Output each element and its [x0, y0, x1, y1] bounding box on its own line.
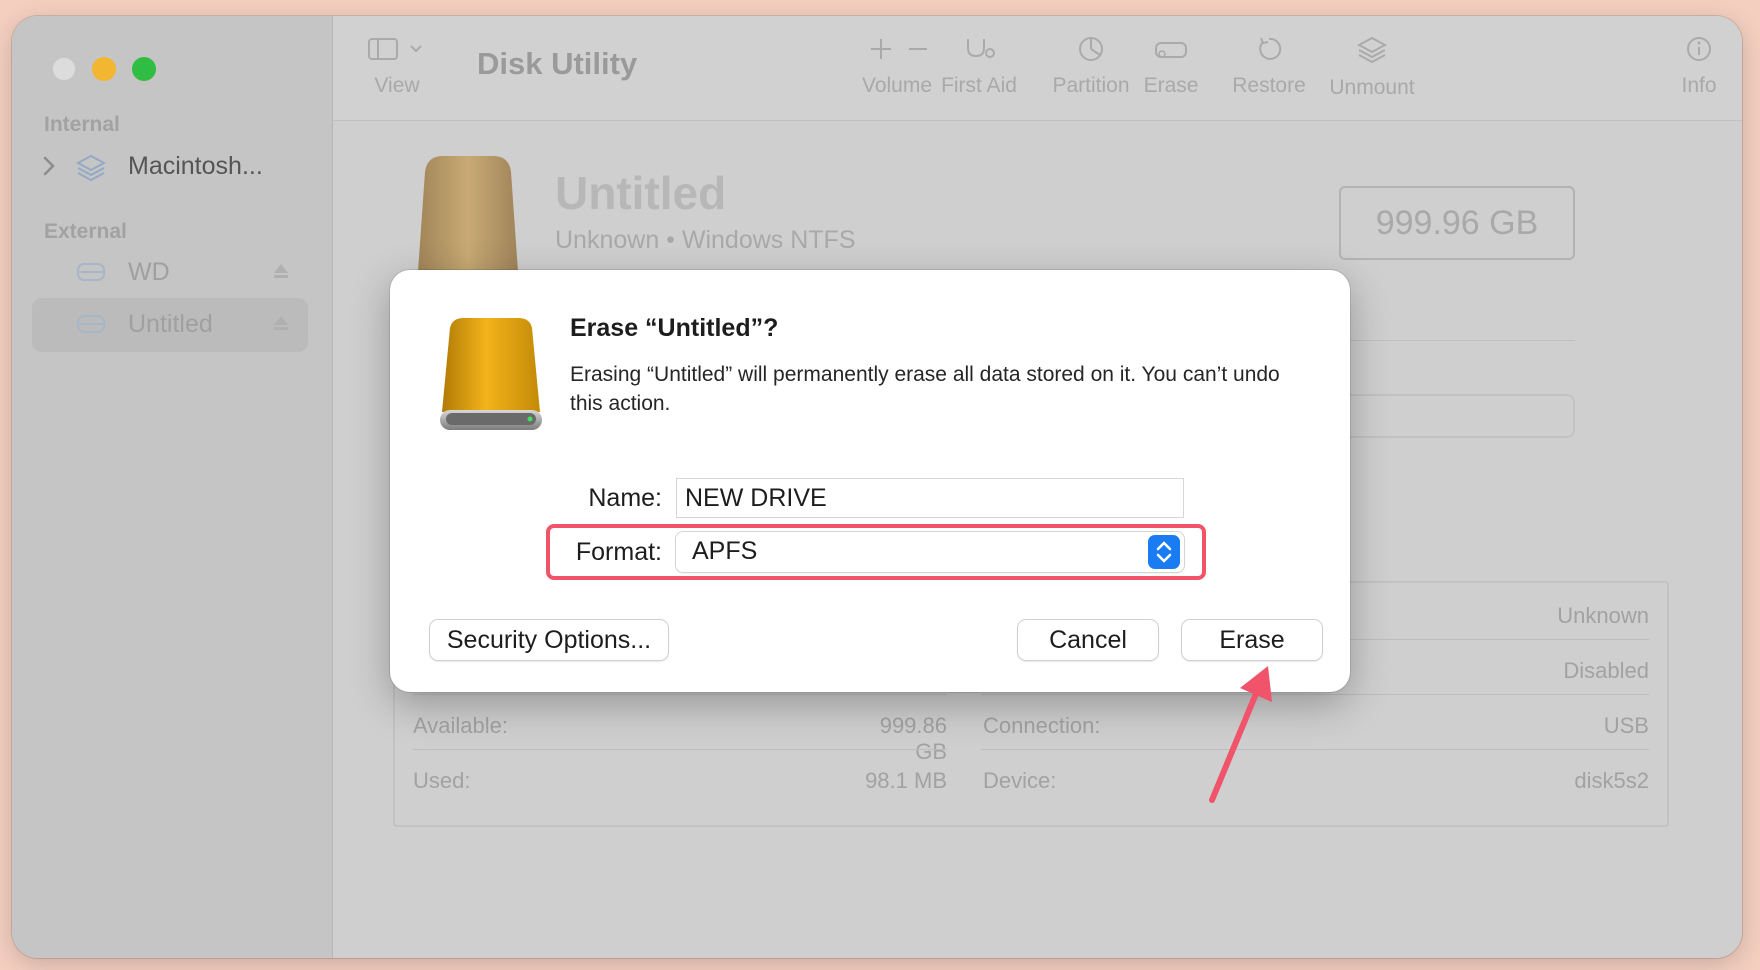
sidebar-section-internal: Internal [44, 113, 120, 136]
unmount-button[interactable]: Unmount [1317, 36, 1427, 100]
eject-icon[interactable] [272, 314, 290, 332]
drive-large-icon [417, 156, 519, 286]
unmount-label: Unmount [1329, 76, 1415, 99]
partition-button[interactable]: Partition [1041, 36, 1141, 98]
disk-subtitle: Unknown • Windows NTFS [555, 226, 856, 254]
name-field[interactable]: NEW DRIVE [676, 478, 1184, 518]
volume-label: Volume [861, 74, 933, 97]
partition-label: Partition [1052, 74, 1130, 97]
close-window-button[interactable] [52, 57, 76, 81]
sidebar: Internal Macintosh... External WD Untitl… [12, 16, 333, 958]
first-aid-button[interactable]: First Aid [929, 36, 1029, 98]
info-icon [1687, 37, 1711, 61]
eject-icon[interactable] [272, 262, 290, 280]
external-drive-icon [77, 263, 105, 281]
info-button[interactable]: Info [1669, 36, 1729, 98]
sidebar-item-label: Macintosh... [128, 152, 263, 180]
disk-name: Untitled [555, 167, 727, 219]
sidebar-item-label: Untitled [128, 310, 213, 338]
connection-value: USB [1603, 713, 1649, 738]
sidebar-item-macintosh[interactable]: Macintosh... [32, 140, 308, 194]
erase-drive-icon [1155, 42, 1187, 58]
erase-toolbar-button[interactable]: Erase [1133, 36, 1209, 98]
available-value: 999.86 GB [879, 713, 947, 764]
layers-icon [76, 154, 106, 182]
first-aid-label: First Aid [941, 74, 1017, 97]
divider [981, 749, 1649, 750]
erase-label: Erase [1143, 74, 1199, 97]
disk-capacity: 999.96 GB [1339, 186, 1575, 260]
chevron-right-icon[interactable] [42, 154, 56, 178]
external-drive-icon [440, 318, 542, 430]
annotation-arrow-icon [1209, 666, 1272, 803]
sidebar-toggle-icon [368, 38, 422, 60]
restore-icon [1259, 37, 1282, 60]
info-label: Info [1681, 74, 1717, 97]
device-value: disk5s2 [1574, 768, 1649, 793]
restore-button[interactable]: Restore [1219, 36, 1319, 98]
erase-button[interactable]: Erase [1182, 620, 1322, 660]
name-label: Name: [588, 484, 662, 512]
sidebar-item-wd[interactable]: WD [32, 246, 308, 300]
dialog-message: Erasing “Untitled” will permanently eras… [570, 363, 1280, 415]
pie-chart-icon [1079, 37, 1103, 61]
divider [413, 694, 947, 695]
erase-dialog: Erase “Untitled”? Erasing “Untitled” wil… [390, 270, 1350, 692]
cancel-button[interactable]: Cancel [1018, 620, 1158, 660]
zoom-window-button[interactable] [132, 57, 156, 81]
sidebar-item-label: WD [128, 258, 170, 286]
available-label: Available: [413, 713, 508, 738]
minimize-window-button[interactable] [92, 57, 116, 81]
used-value: 98.1 MB [865, 768, 947, 793]
view-label: View [374, 74, 420, 97]
device-label: Device: [983, 768, 1057, 793]
used-label: Used: [413, 768, 471, 793]
restore-label: Restore [1232, 74, 1306, 97]
sidebar-item-untitled[interactable]: Untitled [32, 298, 308, 352]
view-button[interactable]: View [367, 36, 427, 98]
toolbar: View Disk Utility Volume First Aid Parti… [333, 16, 1742, 121]
info-value: Disabled [1563, 658, 1649, 683]
window-title: Disk Utility [477, 46, 638, 81]
unmount-icon [1357, 36, 1387, 64]
external-drive-icon [77, 315, 105, 333]
sidebar-section-external: External [44, 220, 127, 243]
dialog-title: Erase “Untitled”? [570, 314, 779, 342]
divider [981, 694, 1649, 695]
info-value: Unknown [1557, 603, 1649, 628]
format-highlight-box [546, 524, 1206, 580]
stethoscope-icon [967, 39, 995, 58]
security-options-button[interactable]: Security Options... [430, 620, 668, 660]
divider [413, 749, 947, 750]
plus-minus-icon [871, 39, 927, 59]
connection-label: Connection: [983, 713, 1101, 738]
